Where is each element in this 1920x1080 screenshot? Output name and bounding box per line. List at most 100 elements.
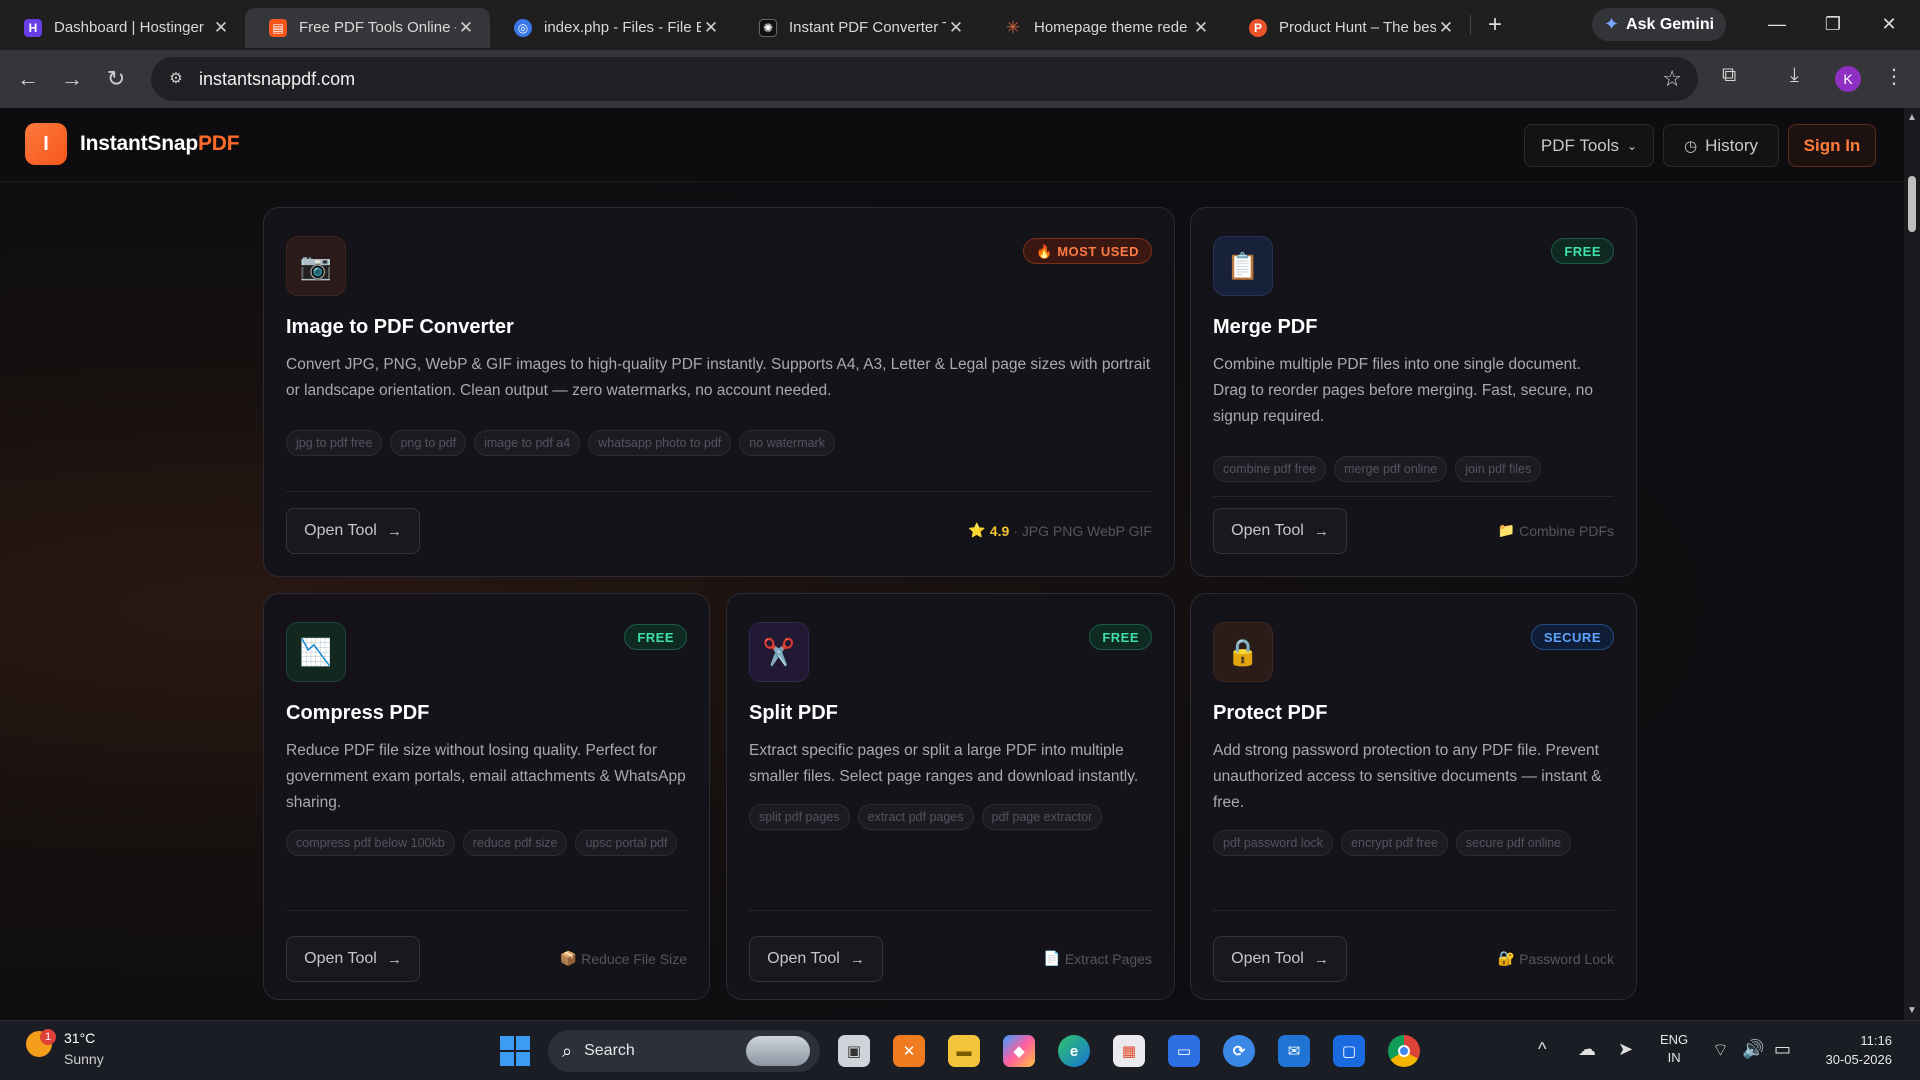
- download-icon[interactable]: ⤓: [1790, 64, 1799, 87]
- tag[interactable]: encrypt pdf free: [1341, 830, 1448, 856]
- language-indicator[interactable]: ENG IN: [1660, 1031, 1688, 1067]
- tool-card-split-pdf[interactable]: ✂️ FREE Split PDF Extract specific pages…: [726, 593, 1175, 1000]
- pdf-tools-menu-button[interactable]: PDF Tools ⌄: [1524, 124, 1654, 167]
- formats: · JPG PNG WebP GIF: [1013, 522, 1152, 539]
- site-info-icon[interactable]: ⚙: [163, 66, 189, 92]
- scrollbar[interactable]: ▲ ▼: [1904, 108, 1920, 1020]
- back-icon[interactable]: ←: [12, 66, 44, 92]
- tab-search-icon[interactable]: ⧉: [1722, 64, 1736, 87]
- taskbar: 1 31°C Sunny ⌕ Search ▣ ✕ ▬ ◆ e ▦ ▭ ⟳ ✉ …: [0, 1020, 1920, 1080]
- edge-icon[interactable]: e: [1058, 1035, 1090, 1067]
- tab-5[interactable]: P Product Hunt – The bes ✕: [1225, 8, 1470, 48]
- open-tool-button[interactable]: Open Tool →: [749, 936, 883, 982]
- clock[interactable]: 11:16 30-05-2026: [1826, 1031, 1893, 1069]
- xampp-icon[interactable]: ✕: [893, 1035, 925, 1067]
- tag[interactable]: join pdf files: [1455, 456, 1542, 482]
- avatar[interactable]: K: [1835, 66, 1861, 92]
- tag-list: split pdf pages extract pdf pages pdf pa…: [749, 804, 1159, 830]
- weather-temp[interactable]: 31°C: [64, 1030, 95, 1046]
- tag[interactable]: secure pdf online: [1455, 830, 1572, 856]
- tag[interactable]: upsc portal pdf: [575, 830, 678, 856]
- taskbar-search[interactable]: ⌕ Search: [548, 1030, 820, 1072]
- close-icon[interactable]: ✕: [1191, 18, 1211, 38]
- chevron-down-icon: ⌄: [1627, 138, 1638, 153]
- windows-start-icon[interactable]: [500, 1036, 530, 1066]
- pdf-tools-label: PDF Tools: [1540, 135, 1620, 155]
- card-description: Convert JPG, PNG, WebP & GIF images to h…: [286, 356, 1151, 399]
- tag[interactable]: combine pdf free: [1213, 456, 1327, 482]
- file-explorer-icon[interactable]: ▬: [948, 1035, 980, 1067]
- battery-icon[interactable]: ▭: [1774, 1039, 1791, 1060]
- tab-1[interactable]: ▤ Free PDF Tools Online – ✕: [245, 7, 490, 48]
- close-icon[interactable]: ✕: [456, 18, 476, 38]
- meta-label: Extract Pages: [1064, 950, 1152, 967]
- minimize-button[interactable]: —: [1754, 8, 1800, 40]
- tab-title: Product Hunt – The bes: [1279, 19, 1436, 36]
- chrome-icon[interactable]: [1388, 1035, 1420, 1067]
- date: 30-05-2026: [1825, 1052, 1893, 1067]
- sync-icon[interactable]: ⟳: [1223, 1035, 1255, 1067]
- logo[interactable]: I: [25, 123, 67, 165]
- task-view-icon[interactable]: ▣: [838, 1035, 870, 1067]
- close-icon[interactable]: ✕: [946, 18, 966, 38]
- card-description: Add strong password protection to any PD…: [1213, 742, 1602, 811]
- tag[interactable]: no watermark: [739, 430, 835, 456]
- close-icon[interactable]: ✕: [1436, 18, 1456, 38]
- tool-card-protect-pdf[interactable]: 🔒 SECURE Protect PDF Add strong password…: [1190, 593, 1637, 1000]
- sign-in-button[interactable]: Sign In: [1788, 124, 1876, 167]
- ask-gemini-button[interactable]: ✦ Ask Gemini: [1592, 8, 1726, 41]
- brand-name[interactable]: InstantSnapPDF: [80, 132, 240, 156]
- menu-icon[interactable]: ⋮: [1884, 64, 1904, 89]
- tag[interactable]: jpg to pdf free: [286, 430, 383, 456]
- open-tool-button[interactable]: Open Tool →: [1213, 508, 1347, 554]
- tab-3[interactable]: ✺ Instant PDF Converter T ✕: [735, 8, 980, 48]
- tag[interactable]: pdf password lock: [1213, 830, 1334, 856]
- open-tool-button[interactable]: Open Tool →: [1213, 936, 1347, 982]
- wifi-icon[interactable]: ⌔: [1712, 1039, 1729, 1062]
- open-tool-button[interactable]: Open Tool →: [286, 508, 420, 554]
- scroll-up-icon[interactable]: ▲: [1907, 112, 1917, 123]
- volume-icon[interactable]: 🔊: [1742, 1039, 1764, 1060]
- address-bar[interactable]: ⚙ instantsnappdf.com ☆: [151, 57, 1698, 101]
- tag[interactable]: compress pdf below 100kb: [286, 830, 455, 856]
- tab-2[interactable]: ◎ index.php - Files - File B ✕: [490, 8, 735, 48]
- lock-icon: 🔒: [1213, 622, 1273, 682]
- tag[interactable]: split pdf pages: [749, 804, 850, 830]
- tag[interactable]: reduce pdf size: [462, 830, 568, 856]
- bookmark-star-icon[interactable]: ☆: [1662, 66, 1682, 92]
- send-icon[interactable]: ➤: [1618, 1039, 1633, 1060]
- tag[interactable]: image to pdf a4: [474, 430, 581, 456]
- tool-card-merge-pdf[interactable]: 📋 FREE Merge PDF Combine multiple PDF fi…: [1190, 207, 1637, 577]
- chevron-up-icon[interactable]: ^: [1538, 1039, 1546, 1060]
- open-tool-button[interactable]: Open Tool →: [286, 936, 420, 982]
- tag[interactable]: png to pdf: [390, 430, 467, 456]
- onedrive-icon[interactable]: ☁: [1578, 1039, 1596, 1060]
- copilot-icon[interactable]: ◆: [1003, 1035, 1035, 1067]
- close-icon[interactable]: ✕: [701, 18, 721, 38]
- close-window-button[interactable]: ✕: [1866, 8, 1912, 40]
- url-text[interactable]: instantsnappdf.com: [199, 69, 355, 90]
- restore-button[interactable]: ❐: [1810, 8, 1856, 40]
- close-icon[interactable]: ✕: [211, 18, 231, 38]
- tab-4[interactable]: ✳ Homepage theme rede ✕: [980, 8, 1225, 48]
- app-icon[interactable]: ▭: [1168, 1035, 1200, 1067]
- forward-icon[interactable]: →: [56, 66, 88, 92]
- tab-0[interactable]: H Dashboard | Hostinger ✕: [0, 8, 245, 48]
- history-button[interactable]: ◷ History: [1663, 124, 1779, 167]
- remote-desktop-icon[interactable]: ▢: [1333, 1035, 1365, 1067]
- tag[interactable]: whatsapp photo to pdf: [588, 430, 732, 456]
- scroll-down-icon[interactable]: ▼: [1907, 1005, 1917, 1016]
- arrow-right-icon: →: [1313, 522, 1329, 540]
- tool-card-compress-pdf[interactable]: 📉 FREE Compress PDF Reduce PDF file size…: [263, 593, 710, 1000]
- tool-card-image-to-pdf[interactable]: 📷 🔥 MOST USED Image to PDF Converter Con…: [263, 207, 1175, 577]
- tag[interactable]: extract pdf pages: [857, 804, 974, 830]
- weather-condition[interactable]: Sunny: [64, 1051, 104, 1067]
- reload-icon[interactable]: ↻: [100, 66, 132, 92]
- clock-icon: ◷: [1684, 137, 1698, 155]
- tag[interactable]: merge pdf online: [1334, 456, 1448, 482]
- scrollbar-thumb[interactable]: [1908, 176, 1916, 232]
- outlook-icon[interactable]: ✉: [1278, 1035, 1310, 1067]
- new-tab-button[interactable]: +: [1477, 11, 1513, 39]
- store-icon[interactable]: ▦: [1113, 1035, 1145, 1067]
- tag[interactable]: pdf page extractor: [981, 804, 1103, 830]
